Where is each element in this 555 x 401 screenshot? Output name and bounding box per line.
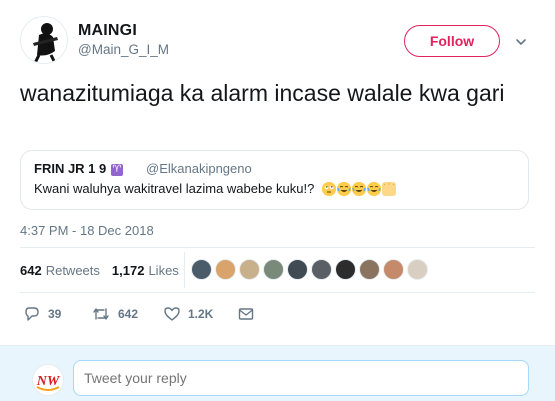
direct-message-button[interactable] <box>238 306 254 322</box>
likes-label[interactable]: Likes <box>148 263 178 278</box>
face-with-tears-of-joy-icon <box>352 182 366 196</box>
stats-separator <box>184 252 185 288</box>
emoji-group <box>322 182 396 196</box>
likes-count[interactable]: 1,172 <box>112 263 145 278</box>
tweet-timestamp[interactable]: 4:37 PM - 18 Dec 2018 <box>20 223 154 238</box>
liker-avatar[interactable] <box>287 259 308 280</box>
author-name[interactable]: MAINGI <box>78 22 137 40</box>
envelope-icon <box>238 308 254 320</box>
liker-avatar[interactable] <box>191 259 212 280</box>
tweet-stats: 642 Retweets 1,172 Likes <box>20 258 191 282</box>
retweets-label[interactable]: Retweets <box>46 263 100 278</box>
retweets-count[interactable]: 642 <box>20 263 42 278</box>
reply-count: 39 <box>48 307 62 321</box>
like-count: 1.2K <box>188 307 214 321</box>
liker-avatar[interactable] <box>359 259 380 280</box>
raising-hands-icon <box>382 182 396 196</box>
chevron-down-icon[interactable] <box>515 36 527 48</box>
retweet-button[interactable]: 642 <box>92 306 164 322</box>
liker-avatar[interactable] <box>263 259 284 280</box>
retweet-count: 642 <box>118 307 139 321</box>
author-handle[interactable]: @Main_G_I_M <box>78 42 169 57</box>
liker-avatar[interactable] <box>215 259 236 280</box>
face-with-tears-of-joy-icon <box>337 182 351 196</box>
quoted-author-name: FRIN JR 1 9 ♈ <box>34 161 123 176</box>
divider <box>20 292 535 293</box>
tweet-text: wanazitumiaga ka alarm incase walale kwa… <box>20 80 505 106</box>
aries-emoji: ♈ <box>110 164 123 176</box>
heart-icon <box>164 307 180 321</box>
reply-button[interactable]: 39 <box>24 306 92 322</box>
like-button[interactable]: 1.2K <box>164 306 238 322</box>
reply-input[interactable] <box>73 360 529 396</box>
tweet-card: MAINGI @Main_G_I_M Follow wanazitumiaga … <box>0 0 555 345</box>
face-with-rolling-eyes-icon <box>322 182 336 196</box>
quoted-text: Kwani waluhya wakitravel lazima wabebe k… <box>34 181 396 196</box>
liker-avatars <box>191 259 428 280</box>
quoted-tweet[interactable]: FRIN JR 1 9 ♈ @Elkanakipngeno Kwani walu… <box>20 150 529 210</box>
liker-avatar[interactable] <box>383 259 404 280</box>
quoted-author-handle: @Elkanakipngeno <box>146 161 252 176</box>
user-avatar-text: NW <box>36 374 61 389</box>
retweet-icon <box>93 308 109 320</box>
tweet-actions: 39 642 1.2K <box>24 302 254 326</box>
user-avatar[interactable]: NW <box>32 364 64 396</box>
reply-icon <box>25 307 39 321</box>
quoted-author-name-text: FRIN JR 1 9 <box>34 161 107 176</box>
reply-composer: NW <box>0 345 555 401</box>
liker-avatar[interactable] <box>311 259 332 280</box>
face-with-tears-of-joy-icon <box>367 182 381 196</box>
follow-button[interactable]: Follow <box>404 25 500 57</box>
quoted-text-content: Kwani waluhya wakitravel lazima wabebe k… <box>34 181 315 196</box>
divider <box>20 247 535 248</box>
liker-avatar[interactable] <box>407 259 428 280</box>
liker-avatar[interactable] <box>335 259 356 280</box>
liker-avatar[interactable] <box>239 259 260 280</box>
author-avatar[interactable] <box>20 16 68 64</box>
